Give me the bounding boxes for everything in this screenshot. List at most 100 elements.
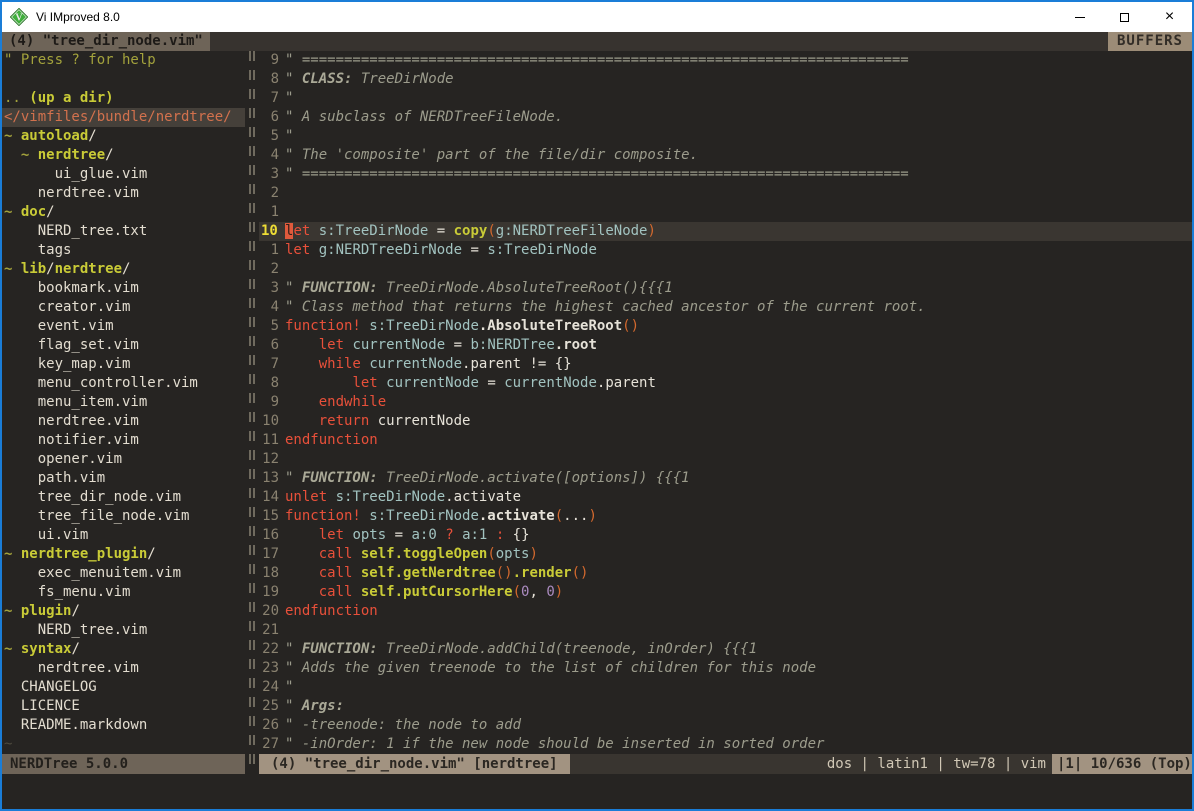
code-line[interactable]: 17 call self.toggleOpen(opts) xyxy=(259,545,1192,564)
tree-item[interactable]: opener.vim xyxy=(2,450,245,469)
minimize-button[interactable] xyxy=(1057,2,1102,32)
tree-item[interactable]: </vimfiles/bundle/nerdtree/ xyxy=(2,108,245,127)
code-line[interactable]: 7 while currentNode.parent != {} xyxy=(259,355,1192,374)
statusline-file-flags: dos | latin1 | tw=78 | vim xyxy=(570,754,1052,774)
code-line[interactable]: 13" FUNCTION: TreeDirNode.activate([opti… xyxy=(259,469,1192,488)
tree-item[interactable]: notifier.vim xyxy=(2,431,245,450)
code-line[interactable]: 24" xyxy=(259,678,1192,697)
tree-item[interactable]: tags xyxy=(2,241,245,260)
code-line[interactable]: 18 call self.getNerdtree().render() xyxy=(259,564,1192,583)
code-line[interactable]: 9" =====================================… xyxy=(259,51,1192,70)
command-line[interactable] xyxy=(2,774,1192,809)
tree-item[interactable]: CHANGELOG xyxy=(2,678,245,697)
tree-item[interactable]: ~ xyxy=(2,735,245,754)
maximize-button[interactable] xyxy=(1102,2,1147,32)
code-line[interactable]: 6 let currentNode = b:NERDTree.root xyxy=(259,336,1192,355)
tree-item[interactable]: exec_menuitem.vim xyxy=(2,564,245,583)
tree-item[interactable]: ~ lib/nerdtree/ xyxy=(2,260,245,279)
code-line[interactable]: 23" Adds the given treenode to the list … xyxy=(259,659,1192,678)
tree-item[interactable]: bookmark.vim xyxy=(2,279,245,298)
code-line[interactable]: 27" -inOrder: 1 if the new node should b… xyxy=(259,735,1192,754)
tree-item[interactable]: ~ autoload/ xyxy=(2,127,245,146)
code-line[interactable]: 2 xyxy=(259,260,1192,279)
code-line[interactable]: 22" FUNCTION: TreeDirNode.addChild(treen… xyxy=(259,640,1192,659)
token-c: " xyxy=(285,90,293,106)
tree-item[interactable]: ~ plugin/ xyxy=(2,602,245,621)
code-line[interactable]: 7" xyxy=(259,89,1192,108)
tree-item[interactable]: path.vim xyxy=(2,469,245,488)
code-line[interactable]: 3" FUNCTION: TreeDirNode.AbsoluteTreeRoo… xyxy=(259,279,1192,298)
code-line[interactable]: 10let s:TreeDirNode = copy(g:NERDTreeFil… xyxy=(259,222,1192,241)
code-line[interactable]: 10 return currentNode xyxy=(259,412,1192,431)
tree-item[interactable]: ~ doc/ xyxy=(2,203,245,222)
tree-item[interactable]: key_map.vim xyxy=(2,355,245,374)
line-number: 5 xyxy=(259,317,285,336)
code-text: " CLASS: TreeDirNode xyxy=(285,70,1192,89)
tree-item[interactable]: fs_menu.vim xyxy=(2,583,245,602)
code-line[interactable]: 11endfunction xyxy=(259,431,1192,450)
tree-item[interactable] xyxy=(2,70,245,89)
code-line[interactable]: 8" CLASS: TreeDirNode xyxy=(259,70,1192,89)
tree-item[interactable]: LICENCE xyxy=(2,697,245,716)
code-line[interactable]: 26" -treenode: the node to add xyxy=(259,716,1192,735)
tab-tree-dir-node[interactable]: (4) "tree_dir_node.vim" xyxy=(2,32,210,51)
token-p: ( xyxy=(513,584,521,600)
code-line[interactable]: 19 call self.putCursorHere(0, 0) xyxy=(259,583,1192,602)
code-line[interactable]: 14unlet s:TreeDirNode.activate xyxy=(259,488,1192,507)
code-text: " xyxy=(285,127,1192,146)
token-f: fs_menu.vim xyxy=(4,584,130,600)
code-line[interactable]: 3" =====================================… xyxy=(259,165,1192,184)
token-dir: nerdtree_plugin xyxy=(21,546,147,562)
token-k: let xyxy=(319,527,344,543)
tree-item[interactable]: " Press ? for help xyxy=(2,51,245,70)
code-text: " Class method that returns the highest … xyxy=(285,298,1192,317)
tree-item[interactable]: ~ syntax/ xyxy=(2,640,245,659)
tree-item[interactable]: ~ nerdtree/ xyxy=(2,146,245,165)
tree-item[interactable]: nerdtree.vim xyxy=(2,412,245,431)
code-line[interactable]: 5" xyxy=(259,127,1192,146)
token-dir: (up a dir) xyxy=(29,90,113,106)
tree-item[interactable]: event.vim xyxy=(2,317,245,336)
code-line[interactable]: 15function! s:TreeDirNode.activate(...) xyxy=(259,507,1192,526)
token-id: currentNode xyxy=(504,375,597,391)
code-line[interactable]: 12 xyxy=(259,450,1192,469)
tree-item[interactable]: creator.vim xyxy=(2,298,245,317)
tree-item[interactable]: NERD_tree.txt xyxy=(2,222,245,241)
code-line[interactable]: 4" Class method that returns the highest… xyxy=(259,298,1192,317)
tree-item[interactable]: ui_glue.vim xyxy=(2,165,245,184)
code-line[interactable]: 4" The 'composite' part of the file/dir … xyxy=(259,146,1192,165)
code-line[interactable]: 25" Args: xyxy=(259,697,1192,716)
code-line[interactable]: 6" A subclass of NERDTreeFileNode. xyxy=(259,108,1192,127)
code-line[interactable]: 8 let currentNode = currentNode.parent xyxy=(259,374,1192,393)
tree-item[interactable]: nerdtree.vim xyxy=(2,184,245,203)
code-line[interactable]: 21 xyxy=(259,621,1192,640)
tree-item[interactable]: nerdtree.vim xyxy=(2,659,245,678)
tree-item[interactable]: ui.vim xyxy=(2,526,245,545)
close-button[interactable]: × xyxy=(1147,2,1192,32)
token-id: currentNode xyxy=(369,356,462,372)
code-line[interactable]: 5function! s:TreeDirNode.AbsoluteTreeRoo… xyxy=(259,317,1192,336)
line-number: 20 xyxy=(259,602,285,621)
tree-item[interactable]: .. (up a dir) xyxy=(2,89,245,108)
tree-item[interactable]: menu_item.vim xyxy=(2,393,245,412)
token-f: NERD_tree.vim xyxy=(4,622,147,638)
code-line[interactable]: 1let g:NERDTreeDirNode = s:TreeDirNode xyxy=(259,241,1192,260)
code-line[interactable]: 16 let opts = a:0 ? a:1 : {} xyxy=(259,526,1192,545)
tree-item[interactable]: NERD_tree.vim xyxy=(2,621,245,640)
editor-panel[interactable]: 9" =====================================… xyxy=(259,51,1192,754)
code-line[interactable]: 20endfunction xyxy=(259,602,1192,621)
line-number: 4 xyxy=(259,146,285,165)
tree-item[interactable]: flag_set.vim xyxy=(2,336,245,355)
vertical-split[interactable] xyxy=(245,51,259,754)
token-f: exec_menuitem.vim xyxy=(4,565,181,581)
code-line[interactable]: 9 endwhile xyxy=(259,393,1192,412)
nerdtree-panel[interactable]: " Press ? for help .. (up a dir)</vimfile… xyxy=(2,51,245,754)
code-line[interactable]: 1 xyxy=(259,203,1192,222)
code-line[interactable]: 2 xyxy=(259,184,1192,203)
tree-item[interactable]: ~ nerdtree_plugin/ xyxy=(2,545,245,564)
tree-item[interactable]: tree_file_node.vim xyxy=(2,507,245,526)
tree-item[interactable]: menu_controller.vim xyxy=(2,374,245,393)
tree-item[interactable]: tree_dir_node.vim xyxy=(2,488,245,507)
code-text: " xyxy=(285,678,1192,697)
tree-item[interactable]: README.markdown xyxy=(2,716,245,735)
